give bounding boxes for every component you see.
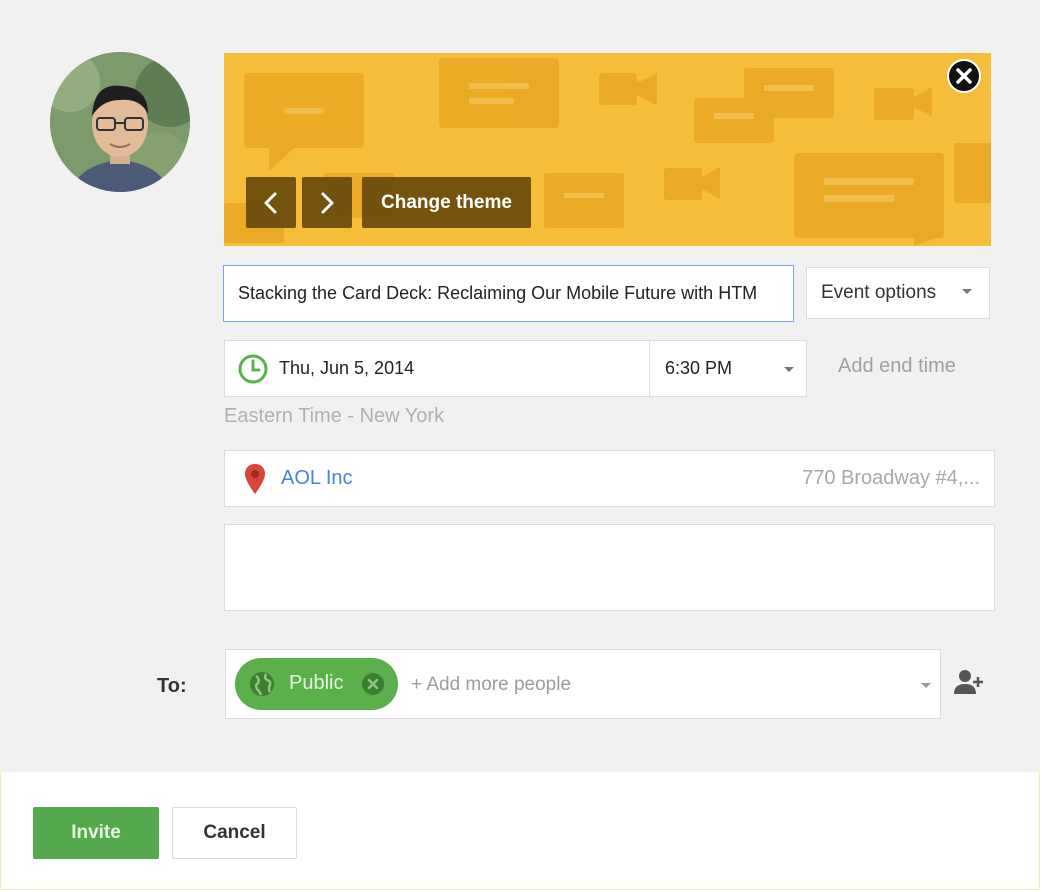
- clock-icon: [238, 354, 268, 383]
- close-circle-icon: [947, 59, 981, 93]
- add-people-input[interactable]: + Add more people: [411, 674, 571, 696]
- event-date-value: Thu, Jun 5, 2014: [279, 358, 415, 378]
- to-label: To:: [157, 675, 187, 697]
- event-time-value: 6:30 PM: [665, 358, 733, 378]
- chevron-down-icon[interactable]: [921, 683, 931, 688]
- add-end-time-link[interactable]: Add end time: [838, 355, 956, 378]
- location-address: 770 Broadway #4,...: [802, 467, 980, 489]
- add-person-icon: [954, 670, 983, 694]
- add-person-button[interactable]: [951, 665, 985, 699]
- event-description-field[interactable]: [224, 524, 995, 611]
- invite-button[interactable]: Invite: [33, 807, 159, 859]
- globe-icon: [250, 672, 274, 696]
- chevron-down-icon: [784, 367, 794, 372]
- event-title-input[interactable]: [223, 265, 794, 322]
- close-theme-button[interactable]: [946, 58, 982, 94]
- map-pin-icon: [245, 463, 265, 494]
- change-theme-button[interactable]: Change theme: [362, 177, 531, 228]
- event-time-dropdown[interactable]: 6:30 PM: [649, 340, 807, 397]
- event-options-dropdown[interactable]: Event options: [806, 267, 990, 319]
- event-date-field[interactable]: Thu, Jun 5, 2014: [224, 340, 650, 397]
- location-name[interactable]: AOL Inc: [281, 467, 353, 490]
- invitees-field[interactable]: Public + Add more people: [225, 649, 941, 719]
- change-theme-label: Change theme: [381, 191, 512, 213]
- chevron-left-icon: [264, 192, 277, 213]
- event-location-field[interactable]: AOL Inc 770 Broadway #4,...: [224, 450, 995, 507]
- theme-next-button[interactable]: [302, 177, 352, 228]
- avatar-photo: [50, 52, 190, 192]
- avatar: [50, 52, 190, 192]
- theme-prev-button[interactable]: [246, 177, 296, 228]
- public-chip-label: Public: [289, 672, 344, 694]
- event-options-label: Event options: [821, 282, 937, 303]
- cancel-button[interactable]: Cancel: [172, 807, 297, 859]
- chevron-down-icon: [962, 289, 972, 294]
- chip-remove-icon[interactable]: [360, 671, 386, 697]
- event-form-panel: Change theme Event options Thu, Jun 5, 2…: [0, 0, 1040, 772]
- chevron-right-icon: [321, 192, 334, 213]
- public-chip[interactable]: Public: [235, 658, 398, 710]
- timezone-link[interactable]: Eastern Time - New York: [224, 405, 444, 428]
